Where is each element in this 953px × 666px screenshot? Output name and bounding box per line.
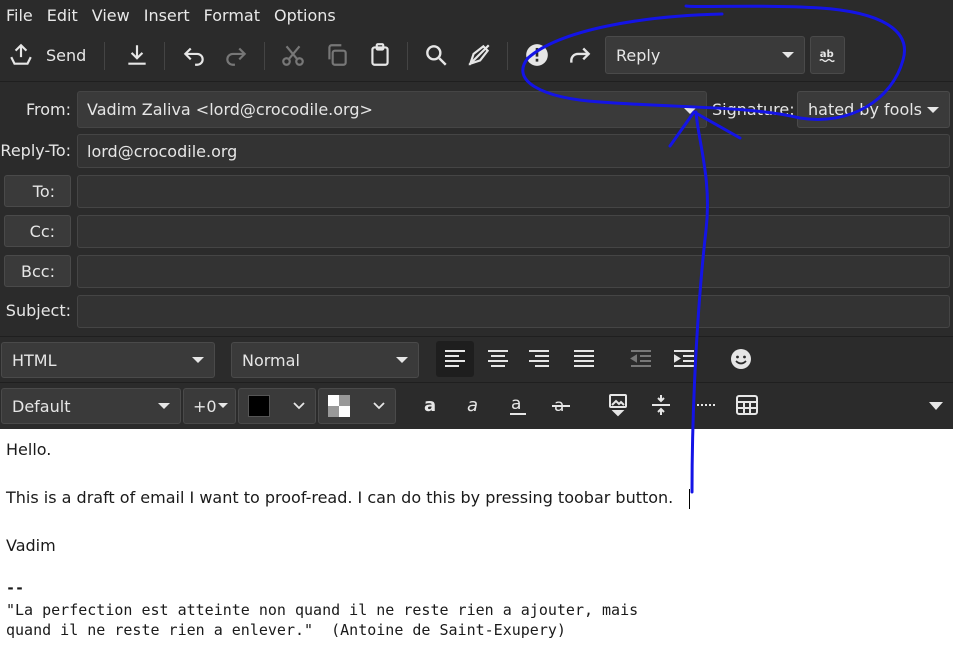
underline-icon[interactable]: a — [499, 387, 537, 423]
signature-quote-line2: quand il ne reste rien a enlever." (Anto… — [6, 621, 566, 639]
menu-format[interactable]: Format — [198, 6, 268, 25]
subject-field[interactable] — [77, 295, 950, 328]
chevron-down-icon — [192, 357, 204, 363]
text-color-swatch — [248, 395, 270, 417]
font-family-value: Default — [12, 396, 71, 416]
replyto-value: lord@crocodile.org — [87, 141, 238, 161]
body-greeting: Hello. — [6, 440, 52, 459]
paragraph-style-select[interactable]: Normal — [231, 342, 419, 378]
cut-icon[interactable] — [278, 40, 308, 70]
spelling-ab-icon[interactable]: ab — [810, 36, 845, 74]
editor-mode-value: HTML — [12, 350, 57, 370]
menu-file[interactable]: File — [0, 6, 41, 25]
strikethrough-icon[interactable]: a — [542, 387, 580, 423]
paragraph-style-value: Normal — [242, 350, 300, 370]
bold-icon[interactable]: a — [413, 387, 451, 423]
to-button[interactable]: To: — [4, 175, 71, 207]
replyto-label: Reply-To: — [0, 141, 71, 160]
signature-select[interactable]: hated by fools — [797, 91, 950, 128]
chevron-down-icon — [927, 106, 939, 113]
copy-icon[interactable] — [322, 40, 352, 70]
font-size-value: +0 — [193, 396, 217, 416]
reply-select-value: Reply — [616, 45, 661, 65]
undo-icon[interactable] — [179, 40, 209, 70]
from-value: Vadim Zaliva <lord@crocodile.org> — [87, 100, 373, 119]
menu-view[interactable]: View — [86, 6, 138, 25]
important-icon[interactable] — [522, 40, 552, 70]
menu-options[interactable]: Options — [268, 6, 344, 25]
emoji-icon[interactable] — [722, 341, 760, 377]
align-right-icon[interactable] — [520, 341, 558, 377]
cc-button[interactable]: Cc: — [4, 215, 71, 247]
insert-table-icon[interactable] — [728, 387, 766, 423]
background-color-picker[interactable] — [318, 388, 396, 424]
search-icon[interactable] — [421, 40, 451, 70]
align-justify-icon[interactable] — [565, 341, 603, 377]
body-paragraph: This is a draft of email I want to proof… — [6, 488, 674, 507]
save-download-icon[interactable] — [122, 40, 152, 70]
signature-value: hated by fools — [808, 100, 923, 119]
text-color-picker[interactable] — [238, 388, 316, 424]
message-body[interactable]: Hello. This is a draft of email I want t… — [0, 429, 953, 666]
spellcheck-icon[interactable] — [464, 40, 494, 70]
chevron-down-icon — [684, 108, 696, 114]
body-closing: Vadim — [6, 536, 56, 555]
bcc-field[interactable] — [77, 255, 950, 288]
signature-label: Signature: — [712, 100, 795, 119]
menu-bar: File Edit View Insert Format Options — [0, 0, 953, 30]
svg-text:a: a — [511, 394, 521, 414]
main-toolbar: Send Reply ab — [0, 30, 953, 82]
signature-quote-line1: "La perfection est atteinte non quand il… — [6, 601, 639, 619]
chevron-down-icon — [782, 52, 794, 58]
insert-image-icon[interactable] — [599, 387, 637, 423]
text-cursor — [689, 489, 690, 509]
forward-icon[interactable] — [565, 40, 595, 70]
send-button[interactable]: Send — [46, 46, 86, 65]
font-size-select[interactable]: +0 — [183, 388, 236, 424]
toolbar-separator — [264, 42, 265, 70]
checker-swatch-icon — [328, 395, 350, 417]
indent-icon[interactable] — [665, 341, 703, 377]
toolbar-separator — [164, 42, 165, 70]
bcc-button[interactable]: Bcc: — [4, 255, 71, 287]
insert-rule-icon[interactable] — [642, 387, 680, 423]
menu-insert[interactable]: Insert — [138, 6, 198, 25]
signature-separator: -- — [6, 579, 25, 597]
align-center-icon[interactable] — [479, 341, 517, 377]
to-field[interactable] — [77, 175, 950, 208]
editor-mode-select[interactable]: HTML — [1, 342, 215, 378]
send-icon[interactable] — [6, 40, 36, 70]
font-family-select[interactable]: Default — [1, 388, 181, 424]
from-select[interactable]: Vadim Zaliva <lord@crocodile.org> — [77, 91, 707, 128]
toolbar-separator — [507, 42, 508, 70]
italic-icon[interactable]: a — [456, 387, 494, 423]
insert-line-icon[interactable] — [685, 387, 723, 423]
subject-label: Subject: — [5, 301, 71, 320]
chevron-down-icon — [218, 403, 228, 408]
svg-text:ab: ab — [819, 49, 833, 60]
chevron-down-icon — [396, 357, 408, 363]
replyto-field[interactable]: lord@crocodile.org — [77, 134, 950, 168]
from-label: From: — [25, 100, 71, 119]
paste-icon[interactable] — [365, 40, 395, 70]
outdent-icon[interactable] — [622, 341, 660, 377]
chevron-down-icon — [158, 403, 170, 409]
svg-text:a: a — [424, 395, 436, 416]
toolbar-separator — [407, 42, 408, 70]
toolbar-separator — [104, 42, 105, 70]
svg-text:a: a — [467, 395, 478, 416]
cc-field[interactable] — [77, 215, 950, 248]
overflow-chevron-icon[interactable] — [929, 402, 943, 410]
align-left-icon[interactable] — [436, 341, 474, 377]
menu-edit[interactable]: Edit — [41, 6, 86, 25]
reply-select[interactable]: Reply — [605, 36, 805, 74]
redo-icon[interactable] — [221, 40, 251, 70]
